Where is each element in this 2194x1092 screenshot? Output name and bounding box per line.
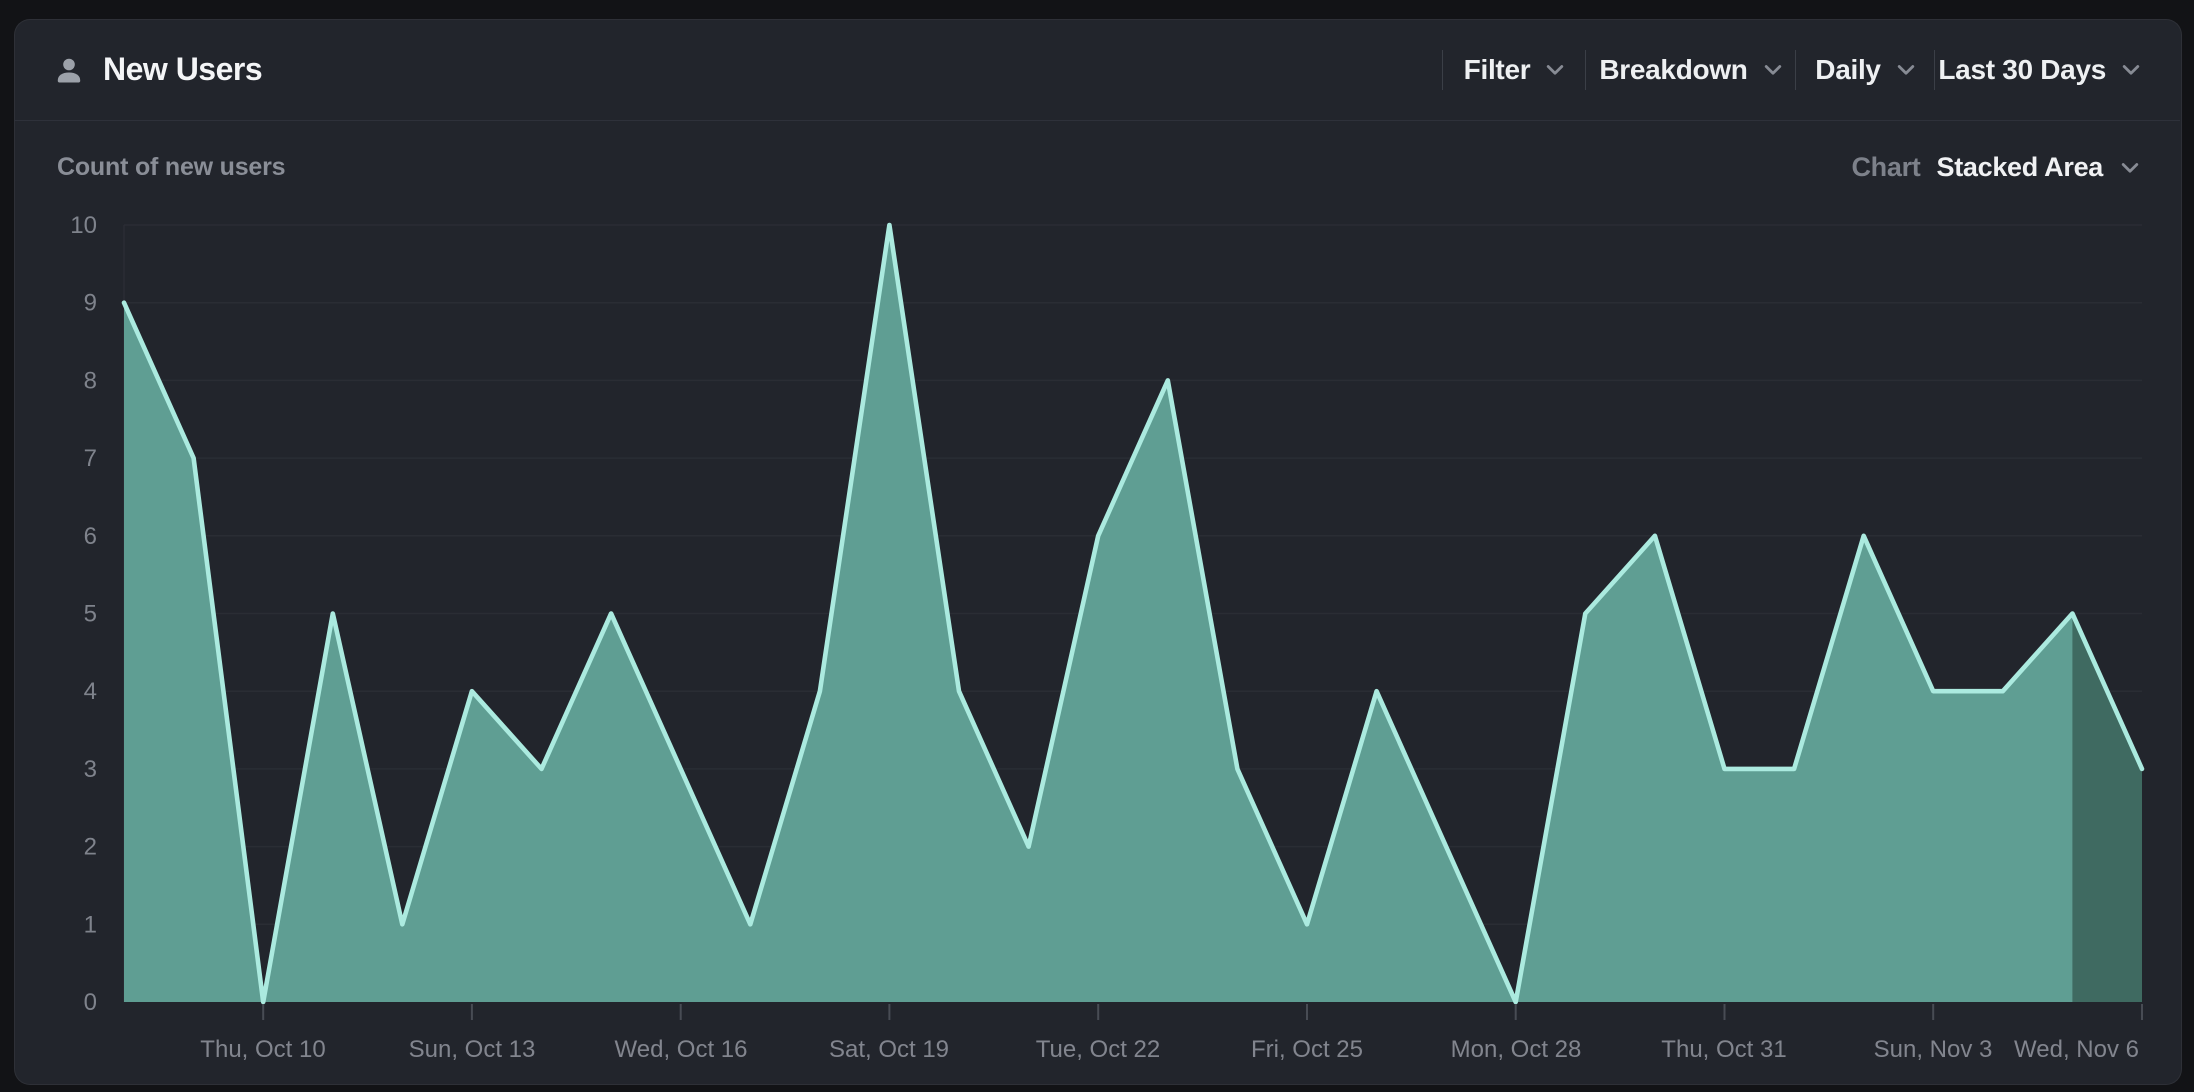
svg-text:9: 9 (84, 290, 97, 317)
svg-text:8: 8 (84, 367, 97, 394)
svg-text:10: 10 (70, 212, 97, 239)
svg-text:7: 7 (84, 445, 97, 472)
svg-text:3: 3 (84, 756, 97, 783)
svg-text:0: 0 (84, 989, 97, 1016)
svg-text:6: 6 (84, 523, 97, 550)
svg-text:2: 2 (84, 834, 97, 861)
svg-text:5: 5 (84, 601, 97, 628)
svg-text:1: 1 (84, 911, 97, 938)
svg-text:4: 4 (84, 678, 97, 705)
